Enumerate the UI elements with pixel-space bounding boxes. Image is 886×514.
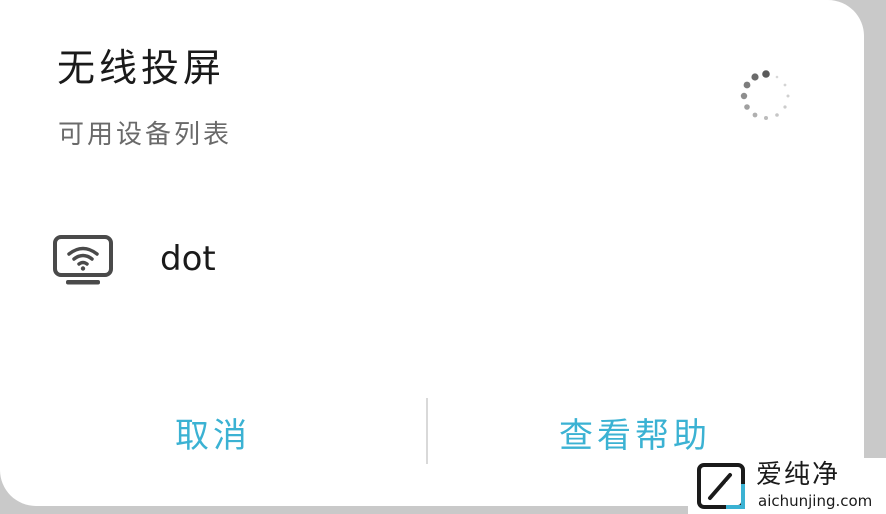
watermark-url: aichunjing.com bbox=[758, 492, 873, 510]
available-devices-label: 可用设备列表 bbox=[58, 120, 233, 150]
wireless-display-icon bbox=[53, 235, 113, 285]
dialog-title: 无线投屏 bbox=[57, 46, 226, 90]
watermark-brand: 爱纯净 bbox=[756, 460, 841, 490]
site-watermark: 爱纯净 aichunjing.com bbox=[688, 458, 886, 514]
device-name: dot bbox=[160, 239, 216, 279]
aichunjing-logo-icon bbox=[697, 463, 745, 509]
actions-divider bbox=[426, 398, 428, 464]
wireless-projection-dialog: 无线投屏 可用设备列表 dot 取消 查看帮助 bbox=[0, 0, 864, 506]
loading-spinner-icon bbox=[740, 70, 790, 120]
cancel-button[interactable]: 取消 bbox=[0, 392, 426, 472]
device-list-item[interactable]: dot bbox=[40, 220, 820, 300]
